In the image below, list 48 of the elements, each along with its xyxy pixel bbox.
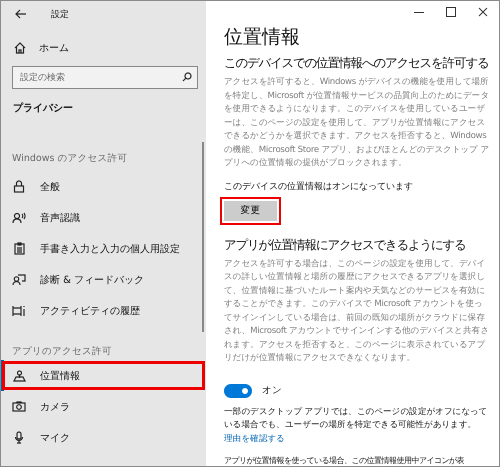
person-pin-icon <box>12 370 26 382</box>
scrollbar[interactable] <box>202 142 204 332</box>
nav-label: マイク <box>40 432 70 444</box>
home-icon <box>13 42 27 54</box>
nav-item[interactable]: アクティビティの履歴 <box>1 295 206 326</box>
timeline-icon <box>12 304 26 316</box>
nav-label: アクティビティの履歴 <box>40 304 140 318</box>
nav-item[interactable]: 全般 <box>1 171 206 202</box>
nav-label: 全般 <box>40 180 60 194</box>
person-chat-icon <box>12 274 26 286</box>
nav-item[interactable]: 音声認識 <box>1 202 206 233</box>
nav-item[interactable]: 手書き入力と入力の個人用設定 <box>1 233 206 264</box>
learn-why-link[interactable]: 理由を確認する <box>224 434 285 444</box>
window-title: 設定 <box>51 8 69 20</box>
note-text: 一部のデスクトップ アプリでは、このページの設定がオフになっている場合でも、ユーザーの場所を特定できる可能性があります。 理由を確認する <box>224 406 488 446</box>
page-title: 位置情報 <box>224 25 301 49</box>
nav-item[interactable]: 位置情報 <box>1 360 206 391</box>
home-nav-item[interactable]: ホーム <box>1 27 206 58</box>
change-button[interactable]: 変更 <box>224 200 277 220</box>
group-heading: アプリのアクセス許可 <box>11 345 113 358</box>
nav-item[interactable]: マイク <box>1 422 206 453</box>
nav-item[interactable]: 診断 & フィードバック <box>1 264 206 295</box>
nav-label: カメラ <box>40 400 70 414</box>
nav-label: 位置情報 <box>40 370 80 382</box>
lock-icon <box>12 180 26 193</box>
toggle-switch[interactable] <box>224 384 252 398</box>
search-field[interactable]: 設定の検索 <box>12 66 198 89</box>
nav-label: 音声認識 <box>40 212 80 224</box>
body-text: アプリが位置情報を使っている場合、この位置情報使用中アイコンが表 <box>224 454 465 466</box>
nav-label: ホーム <box>39 42 69 55</box>
person-speaking-icon <box>12 212 26 224</box>
section-heading: このデバイスでの位置情報へのアクセスを許可する <box>224 55 490 72</box>
category-heading: プライバシー <box>12 101 74 116</box>
clipboard-icon <box>12 242 26 255</box>
status-text: このデバイスの位置情報はオンになっています <box>224 180 414 192</box>
nav-item[interactable]: カメラ <box>1 391 206 422</box>
camera-icon <box>12 401 26 412</box>
group-heading: Windows のアクセス許可 <box>11 152 128 165</box>
toggle-label: オン <box>262 384 282 397</box>
back-button[interactable] <box>13 7 29 21</box>
close-icon <box>478 7 488 17</box>
nav-label: 診断 & フィードバック <box>40 274 144 286</box>
description-text: アクセスを許可すると、Windows がデバイスの機能を使用して場所を特定し、Microsoft が位置情報サービスの品質向上のためにデータを使用できるようになります。このデバイスを使用しているユーザーは、このページの設定を使用して、アプリが位置情報にアクセスできるかどうかを選択できます。アクセスを拒否すると、Windows の機能、Microsoft Store アプリ、およびほとんどのデスクトップ アプリへの位置情報の提供がブロックされます。 <box>224 76 490 170</box>
description-text: アクセスを許可する場合は、このページの設定を使用して、デバイスの詳しい位置情報と場所の履歴にアクセスできるアプリを選択して、位置情報に基づいたルート案内や天気などのサービスを有効にすることができます。このデバイスで Microsoft アカウントを使ってサインインしている場合は、前回の既知の場所がクラウドに保存され、Microsoft アカウントでサインインする他のデバイスと共有されます。アクセスを拒否すると、このページに表示されているアプリだけが位置情報にアクセスできなくなります。 <box>224 258 490 365</box>
microphone-icon <box>12 431 26 444</box>
section-heading: アプリが位置情報にアクセスできるようにする <box>224 236 466 254</box>
nav-label: 手書き入力と入力の個人用設定 <box>40 242 180 256</box>
search-icon <box>182 72 192 82</box>
